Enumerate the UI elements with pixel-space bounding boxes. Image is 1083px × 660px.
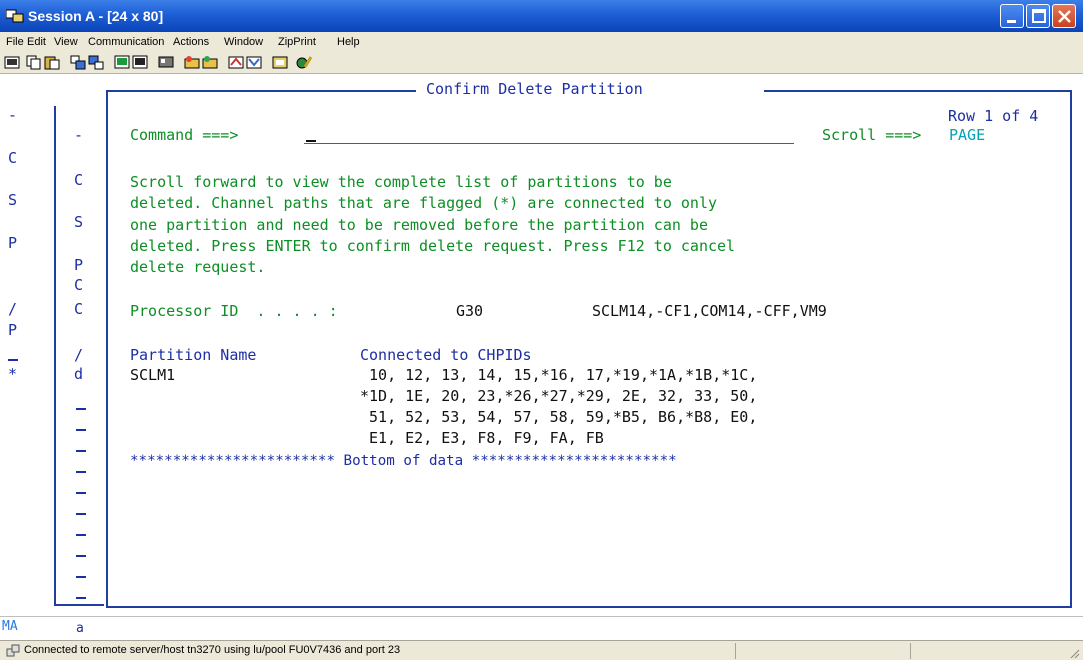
- left-col2-4: C: [74, 276, 84, 294]
- send-file-icon[interactable]: [70, 55, 86, 70]
- panel-frame-right: [1070, 90, 1072, 608]
- left-col2-1: C: [74, 171, 84, 189]
- about-icon[interactable]: [296, 55, 312, 70]
- close-button[interactable]: [1052, 4, 1076, 28]
- entry-field-3[interactable]: [76, 450, 86, 452]
- partition-name: SCLM1: [130, 366, 176, 384]
- left-col2-3: P: [74, 256, 84, 274]
- entry-field-4[interactable]: [76, 471, 86, 473]
- left-col1-6: *: [8, 365, 18, 383]
- display-icon[interactable]: [114, 55, 130, 70]
- toolbar: [0, 52, 1083, 74]
- keypad-icon[interactable]: [132, 55, 148, 70]
- menu-help[interactable]: Help: [337, 36, 360, 48]
- oia-mode: MA: [2, 619, 18, 634]
- instruction-line-1: Scroll forward to view the complete list…: [130, 173, 672, 191]
- print-screen-icon[interactable]: [4, 55, 20, 70]
- column-header-chpids: Connected to CHPIDs: [360, 346, 532, 364]
- status-separator: [735, 643, 736, 659]
- left-col2-7: d: [74, 365, 84, 383]
- resize-grip-icon[interactable]: [1068, 647, 1080, 659]
- terminal-screen[interactable]: - C S P / P * - C S P C C / d Confirm De…: [4, 76, 1076, 614]
- panel-frame-bottom: [106, 606, 1072, 608]
- entry-field-1[interactable]: [76, 408, 86, 410]
- entry-field-6[interactable]: [76, 513, 86, 515]
- left-col1-4: /: [8, 300, 18, 318]
- left-col1-2: S: [8, 191, 18, 209]
- instruction-line-4: deleted. Press ENTER to confirm delete r…: [130, 237, 736, 255]
- chpid-line: *1D, 1E, 20, 23,*26,*27,*29, 2E, 32, 33,…: [360, 387, 758, 405]
- stop-macro-icon[interactable]: [228, 55, 244, 70]
- window-title: Session A - [24 x 80]: [28, 8, 164, 24]
- command-label: Command ===>: [130, 126, 239, 144]
- chpid-line: 10, 12, 13, 14, 15,*16, 17,*19,*1A,*1B,*…: [360, 366, 758, 384]
- menu-bar: File Edit View Communication Actions Win…: [0, 32, 1083, 52]
- record-macro-icon[interactable]: [184, 55, 200, 70]
- bottom-of-data: ************************ Bottom of data …: [130, 453, 677, 469]
- processor-description: SCLM14,-CF1,COM14,-CFF,VM9: [592, 302, 827, 320]
- copy-icon[interactable]: [26, 55, 42, 70]
- menu-file[interactable]: File: [6, 36, 24, 48]
- scroll-label: Scroll ===>: [822, 126, 922, 144]
- entry-field-8[interactable]: [76, 555, 86, 557]
- menu-communication[interactable]: Communication: [88, 36, 164, 48]
- processor-id-label: Processor ID . . . . :: [130, 302, 338, 320]
- help-icon[interactable]: [272, 55, 288, 70]
- instruction-line-5: delete request.: [130, 258, 266, 276]
- oia-indicator: a: [76, 621, 84, 636]
- left-col1-0: -: [8, 106, 18, 124]
- chpid-line: E1, E2, E3, F8, F9, FA, FB: [360, 429, 604, 447]
- left-col2-2: S: [74, 213, 84, 231]
- connection-icon: [6, 644, 20, 657]
- paste-icon[interactable]: [44, 55, 60, 70]
- left-col2-6: /: [74, 346, 84, 364]
- entry-field-2[interactable]: [76, 429, 86, 431]
- play-macro-icon[interactable]: [202, 55, 218, 70]
- processor-id-value: G30: [456, 302, 484, 320]
- status-separator: [910, 643, 911, 659]
- menu-zipprint[interactable]: ZipPrint: [278, 36, 316, 48]
- menu-edit[interactable]: Edit: [27, 36, 46, 48]
- row-info: Row 1 of 4: [948, 107, 1039, 125]
- maximize-icon: [1032, 9, 1046, 23]
- terminal-app-icon: [6, 9, 24, 23]
- left-col1-underscore: [8, 359, 18, 361]
- minimize-button[interactable]: [1000, 4, 1024, 28]
- panel-frame-left: [106, 90, 108, 608]
- minimize-icon: [1007, 20, 1016, 23]
- menu-actions[interactable]: Actions: [173, 36, 209, 48]
- panel-frame-top-right: [764, 90, 1072, 92]
- operator-info-area: MA a: [0, 616, 1083, 638]
- status-bar: Connected to remote server/host tn3270 u…: [0, 640, 1083, 660]
- left-col2-0: -: [74, 126, 84, 144]
- scroll-input[interactable]: PAGE: [949, 126, 985, 144]
- menu-window[interactable]: Window: [224, 36, 263, 48]
- receive-file-icon[interactable]: [88, 55, 104, 70]
- status-message: Connected to remote server/host tn3270 u…: [24, 644, 401, 656]
- left-col1-1: C: [8, 149, 18, 167]
- left-col1-5: P: [8, 321, 18, 339]
- instruction-line-2: deleted. Channel paths that are flagged …: [130, 194, 717, 212]
- maximize-button[interactable]: [1026, 4, 1050, 28]
- command-input[interactable]: [304, 126, 794, 144]
- window-title-bar[interactable]: Session A - [24 x 80]: [0, 0, 1083, 32]
- text-cursor: [306, 140, 316, 142]
- menu-view[interactable]: View: [54, 36, 78, 48]
- panel-frame-top-left: [106, 90, 416, 92]
- entry-field-7[interactable]: [76, 534, 86, 536]
- entry-field-9[interactable]: [76, 576, 86, 578]
- left-col1-3: P: [8, 234, 18, 252]
- panel-title: Confirm Delete Partition: [426, 80, 643, 98]
- entry-field-10[interactable]: [76, 597, 86, 599]
- entry-field-5[interactable]: [76, 492, 86, 494]
- close-icon: [1058, 10, 1071, 23]
- chpid-line: 51, 52, 53, 54, 57, 58, 59,*B5, B6,*B8, …: [360, 408, 758, 426]
- left-col2-5: C: [74, 300, 84, 318]
- left-frame-line: [54, 106, 56, 606]
- customize-icon[interactable]: [246, 55, 262, 70]
- column-header-partition: Partition Name: [130, 346, 257, 364]
- instruction-line-3: one partition and need to be removed bef…: [130, 216, 708, 234]
- color-icon[interactable]: [158, 55, 174, 70]
- left-frame-bottom: [54, 604, 104, 606]
